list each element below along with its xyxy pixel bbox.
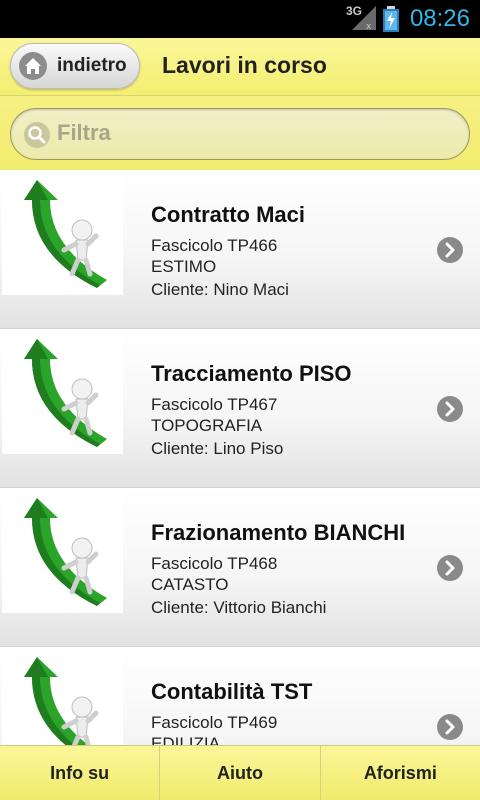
- chevron-right-icon[interactable]: [437, 396, 463, 422]
- header-bar: indietro Lavori in corso: [0, 38, 480, 96]
- tab-aphorisms[interactable]: Aforismi: [321, 746, 480, 800]
- job-category: ESTIMO: [151, 257, 217, 276]
- progress-arrow-image: [2, 494, 123, 613]
- search-icon: [24, 122, 50, 148]
- job-category: TOPOGRAFIA: [151, 416, 263, 435]
- job-client: Cliente: Lino Piso: [151, 439, 284, 458]
- job-file: Fascicolo TP466: [151, 236, 278, 255]
- job-client: Cliente: Vittorio Bianchi: [151, 598, 327, 617]
- page-title: Lavori in corso: [162, 52, 327, 78]
- job-file: Fascicolo TP469: [151, 713, 278, 732]
- job-category: CATASTO: [151, 575, 229, 594]
- clock: 08:26: [409, 5, 470, 32]
- job-client: Cliente: Nino Maci: [151, 280, 289, 299]
- search-input[interactable]: Filtra: [10, 108, 470, 160]
- status-bar: 3G x 08:26: [0, 0, 480, 38]
- job-title: Contratto Maci: [151, 202, 305, 227]
- tab-info[interactable]: Info su: [0, 746, 161, 800]
- progress-arrow-image: [2, 335, 123, 454]
- tab-help[interactable]: Aiuto: [160, 746, 321, 800]
- svg-text:x: x: [366, 22, 372, 30]
- job-title: Frazionamento BIANCHI: [151, 520, 406, 545]
- bottom-tab-bar: Info su Aiuto Aforismi: [0, 745, 480, 800]
- chevron-right-icon[interactable]: [437, 555, 463, 581]
- home-icon: [19, 52, 47, 80]
- job-file: Fascicolo TP467: [151, 395, 278, 414]
- back-button[interactable]: indietro: [10, 43, 140, 89]
- job-title: Tracciamento PISO: [151, 361, 352, 386]
- chevron-right-icon[interactable]: [437, 237, 463, 263]
- search-bar: Filtra: [0, 96, 480, 170]
- search-placeholder: Filtra: [57, 120, 111, 145]
- list-item[interactable]: Frazionamento BIANCHI Fascicolo TP468 CA…: [0, 488, 480, 647]
- job-file: Fascicolo TP468: [151, 554, 278, 573]
- list-item[interactable]: Tracciamento PISO Fascicolo TP467 TOPOGR…: [0, 329, 480, 488]
- progress-arrow-image: [2, 176, 123, 295]
- signal-icon: x: [352, 6, 376, 30]
- back-button-label: indietro: [57, 55, 127, 76]
- job-list: Contratto Maci Fascicolo TP466 ESTIMO Cl…: [0, 170, 480, 800]
- list-item[interactable]: Contratto Maci Fascicolo TP466 ESTIMO Cl…: [0, 170, 480, 329]
- battery-charging-icon: [383, 6, 399, 32]
- chevron-right-icon[interactable]: [437, 714, 463, 740]
- job-title: Contabilità TST: [151, 679, 313, 704]
